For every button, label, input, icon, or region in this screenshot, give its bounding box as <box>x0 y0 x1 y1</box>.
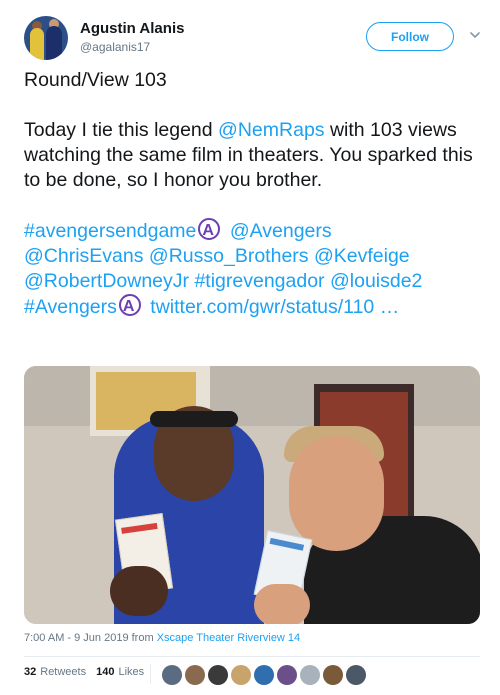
avengers-logo-icon <box>118 294 141 319</box>
tweet-stats: 32 Retweets 140 Likes <box>24 666 144 678</box>
mention-link[interactable]: @NemRaps <box>218 119 325 141</box>
timestamp[interactable]: 7:00 AM - 9 Jun 2019 from <box>24 632 157 644</box>
mention-link[interactable]: @louisde2 <box>330 270 422 292</box>
display-name[interactable]: Agustin Alanis <box>80 20 184 37</box>
liker-avatar[interactable] <box>277 665 297 685</box>
divider <box>150 664 151 684</box>
like-label[interactable]: Likes <box>118 666 144 678</box>
like-count[interactable]: 140 <box>96 666 114 678</box>
liker-avatars <box>162 665 369 685</box>
mention-link[interactable]: @Avengers <box>230 220 332 242</box>
liker-avatar[interactable] <box>323 665 343 685</box>
divider <box>24 656 480 657</box>
tweet-text-segment: Today I tie this legend <box>24 119 219 141</box>
tweet-photo[interactable] <box>24 366 480 624</box>
liker-avatar[interactable] <box>231 665 251 685</box>
mention-link[interactable]: @Russo_Brothers <box>149 245 309 267</box>
hashtag-link[interactable]: #tigrevengador <box>194 270 324 292</box>
liker-avatar[interactable] <box>162 665 182 685</box>
mention-link[interactable]: @Kevfeige <box>314 245 410 267</box>
hashtag-link[interactable]: #Avengers <box>24 296 117 318</box>
liker-avatar[interactable] <box>254 665 274 685</box>
follow-button[interactable]: Follow <box>366 22 454 51</box>
tweet-line-round: Round/View 103 <box>24 69 167 91</box>
location-link[interactable]: Xscape Theater Riverview 14 <box>157 632 300 644</box>
retweet-count[interactable]: 32 <box>24 666 36 678</box>
avengers-logo-icon <box>198 218 221 243</box>
hashtag-link[interactable]: #avengersendgame <box>24 220 196 242</box>
tweet-tags: #avengersendgame @Avengers @ChrisEvans @R… <box>24 218 484 320</box>
tweet-paragraph: Today I tie this legend @NemRaps with 10… <box>24 118 484 193</box>
tweet-text: Round/View 103 Today I tie this legend @… <box>24 68 484 320</box>
tweet-header: Agustin Alanis @agalanis17 Follow <box>24 16 484 66</box>
liker-avatar[interactable] <box>208 665 228 685</box>
liker-avatar[interactable] <box>346 665 366 685</box>
mention-link[interactable]: @ChrisEvans <box>24 245 144 267</box>
user-handle[interactable]: @agalanis17 <box>80 40 150 54</box>
mention-link[interactable]: @RobertDowneyJr <box>24 270 189 292</box>
chevron-down-icon[interactable] <box>470 30 480 40</box>
tweet-meta: 7:00 AM - 9 Jun 2019 from Xscape Theater… <box>24 632 300 644</box>
avatar[interactable] <box>24 16 68 60</box>
url-link[interactable]: twitter.com/gwr/status/110 … <box>150 296 399 318</box>
retweet-label[interactable]: Retweets <box>40 666 86 678</box>
liker-avatar[interactable] <box>185 665 205 685</box>
liker-avatar[interactable] <box>300 665 320 685</box>
